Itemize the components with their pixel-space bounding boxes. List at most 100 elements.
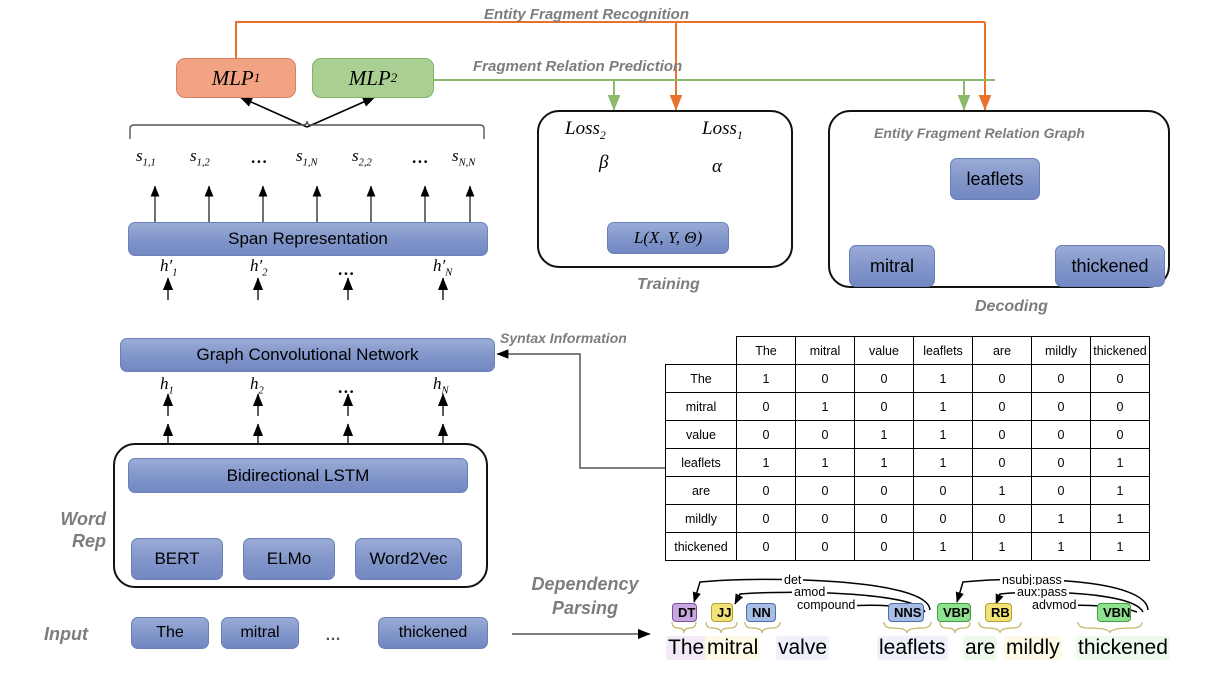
- span-score-row: s1,1 s1,2 … s1,N s2,2 … sN,N: [120, 146, 500, 172]
- input-token-thickened[interactable]: thickened: [378, 617, 488, 649]
- matrix-column-header: value: [854, 336, 914, 365]
- matrix-cell: 0: [854, 364, 914, 393]
- entity-fragment-relation-graph-title: Entity Fragment Relation Graph: [874, 125, 1085, 141]
- matrix-header-row: The mitral value leaflets are mildly thickened: [665, 336, 1150, 365]
- matrix-cell: 1: [854, 420, 914, 449]
- dep-arc-compound: compound: [795, 598, 858, 612]
- pos-tag-vbn: VBN: [1097, 603, 1131, 622]
- graph-node-label: mitral: [870, 255, 914, 276]
- matrix-row-header: thickened: [665, 532, 737, 561]
- span-score: sN,N: [452, 146, 476, 169]
- pos-tag-nn: NN: [746, 603, 776, 622]
- pos-tag-nns: NNS: [888, 603, 924, 622]
- graph-node-label: leaflets: [966, 168, 1024, 189]
- bert-label: BERT: [154, 549, 200, 568]
- matrix-cell: 0: [972, 420, 1032, 449]
- label-word-rep: Word Rep: [44, 508, 106, 552]
- label-dependency-parsing: Dependency Parsing: [520, 572, 650, 620]
- input-token-label: thickened: [398, 624, 468, 641]
- span-score-ellipsis: …: [412, 148, 430, 167]
- matrix-row: The 1 0 0 1 0 0 0: [665, 364, 1150, 393]
- input-token-the[interactable]: The: [131, 617, 209, 649]
- matrix-cell: 1: [1031, 532, 1091, 561]
- matrix-cell: 0: [913, 504, 973, 533]
- matrix-cell: 0: [736, 476, 796, 505]
- matrix-cell: 1: [913, 364, 973, 393]
- matrix-cell: 0: [736, 504, 796, 533]
- matrix-cell: 0: [854, 532, 914, 561]
- pos-tag-dt: DT: [672, 603, 697, 622]
- bert-box[interactable]: BERT: [131, 538, 223, 580]
- matrix-row-header: leaflets: [665, 448, 737, 477]
- matrix-cell: 0: [795, 420, 855, 449]
- matrix-corner-cell: [665, 336, 737, 365]
- hidden-ellipsis: …: [338, 378, 356, 397]
- hidden-primed-ellipsis: …: [338, 260, 356, 279]
- input-token-mitral[interactable]: mitral: [221, 617, 299, 649]
- word2vec-box[interactable]: Word2Vec: [355, 538, 462, 580]
- elmo-box[interactable]: ELMo: [243, 538, 335, 580]
- hidden: hN: [433, 374, 449, 397]
- mlp1-label: MLP: [211, 65, 254, 90]
- matrix-cell: 0: [972, 392, 1032, 421]
- matrix-cell: 0: [1090, 364, 1150, 393]
- matrix-cell: 0: [795, 504, 855, 533]
- matrix-cell: 0: [854, 392, 914, 421]
- matrix-cell: 0: [736, 392, 796, 421]
- hidden-primed: h′N: [433, 256, 453, 279]
- matrix-cell: 1: [913, 448, 973, 477]
- graph-node-mitral[interactable]: mitral: [849, 245, 935, 287]
- word-rep-line1: Word: [60, 509, 106, 529]
- word2vec-label: Word2Vec: [369, 549, 448, 568]
- graph-node-leaflets[interactable]: leaflets: [950, 158, 1040, 200]
- span-representation-label: Span Representation: [228, 229, 388, 248]
- hidden-primed-row: h′1 h′2 … h′N: [120, 256, 500, 280]
- hidden-row: h1 h2 … hN: [120, 374, 500, 398]
- mlp2-box[interactable]: MLP 2: [312, 58, 434, 98]
- matrix-cell: 0: [913, 476, 973, 505]
- matrix-cell: 1: [854, 448, 914, 477]
- matrix-cell: 1: [795, 392, 855, 421]
- matrix-column-header: leaflets: [913, 336, 973, 365]
- hidden: h2: [250, 374, 264, 397]
- span-score: s1,2: [190, 146, 210, 169]
- graph-convolutional-network-layer[interactable]: Graph Convolutional Network: [120, 338, 495, 372]
- matrix-cell: 0: [972, 364, 1032, 393]
- dep-word-mildly: mildly: [1004, 636, 1062, 660]
- matrix-column-header: thickened: [1090, 336, 1150, 365]
- matrix-cell: 1: [972, 476, 1032, 505]
- loss2-label: Loss2: [565, 118, 606, 142]
- matrix-row: value 0 0 1 1 0 0 0: [665, 420, 1150, 449]
- graph-node-thickened[interactable]: thickened: [1055, 245, 1165, 287]
- matrix-cell: 1: [1090, 532, 1150, 561]
- bidirectional-lstm-layer[interactable]: Bidirectional LSTM: [128, 458, 468, 493]
- matrix-cell: 0: [1090, 420, 1150, 449]
- dep-word-the: The: [666, 636, 707, 660]
- matrix-cell: 1: [736, 364, 796, 393]
- matrix-cell: 0: [1090, 392, 1150, 421]
- dependency-parsing-line2: Parsing: [551, 598, 619, 618]
- matrix-cell: 1: [736, 448, 796, 477]
- label-fragment-relation-prediction: Fragment Relation Prediction: [473, 58, 683, 75]
- matrix-cell: 0: [736, 532, 796, 561]
- mlp1-box[interactable]: MLP 1: [176, 58, 296, 98]
- label-decoding: Decoding: [975, 298, 1048, 315]
- hidden: h1: [160, 374, 174, 397]
- matrix-cell: 0: [1031, 420, 1091, 449]
- matrix-column-header: The: [736, 336, 796, 365]
- matrix-cell: 0: [1031, 364, 1091, 393]
- dep-arc-advmod: advmod: [1030, 598, 1079, 612]
- matrix-cell: 0: [795, 364, 855, 393]
- dep-word-leaflets: leaflets: [877, 636, 948, 660]
- matrix-row: mildly 0 0 0 0 0 1 1: [665, 504, 1150, 533]
- matrix-row-header: The: [665, 364, 737, 393]
- elmo-label: ELMo: [266, 549, 312, 568]
- matrix-cell: 0: [736, 420, 796, 449]
- graph-node-label: thickened: [1071, 255, 1149, 276]
- matrix-row-header: mitral: [665, 392, 737, 421]
- total-loss-box: L(X, Y, Θ): [607, 222, 729, 254]
- matrix-row-header: are: [665, 476, 737, 505]
- dep-word-mitral: mitral: [705, 636, 761, 660]
- matrix-cell: 0: [972, 448, 1032, 477]
- span-representation-layer[interactable]: Span Representation: [128, 222, 488, 256]
